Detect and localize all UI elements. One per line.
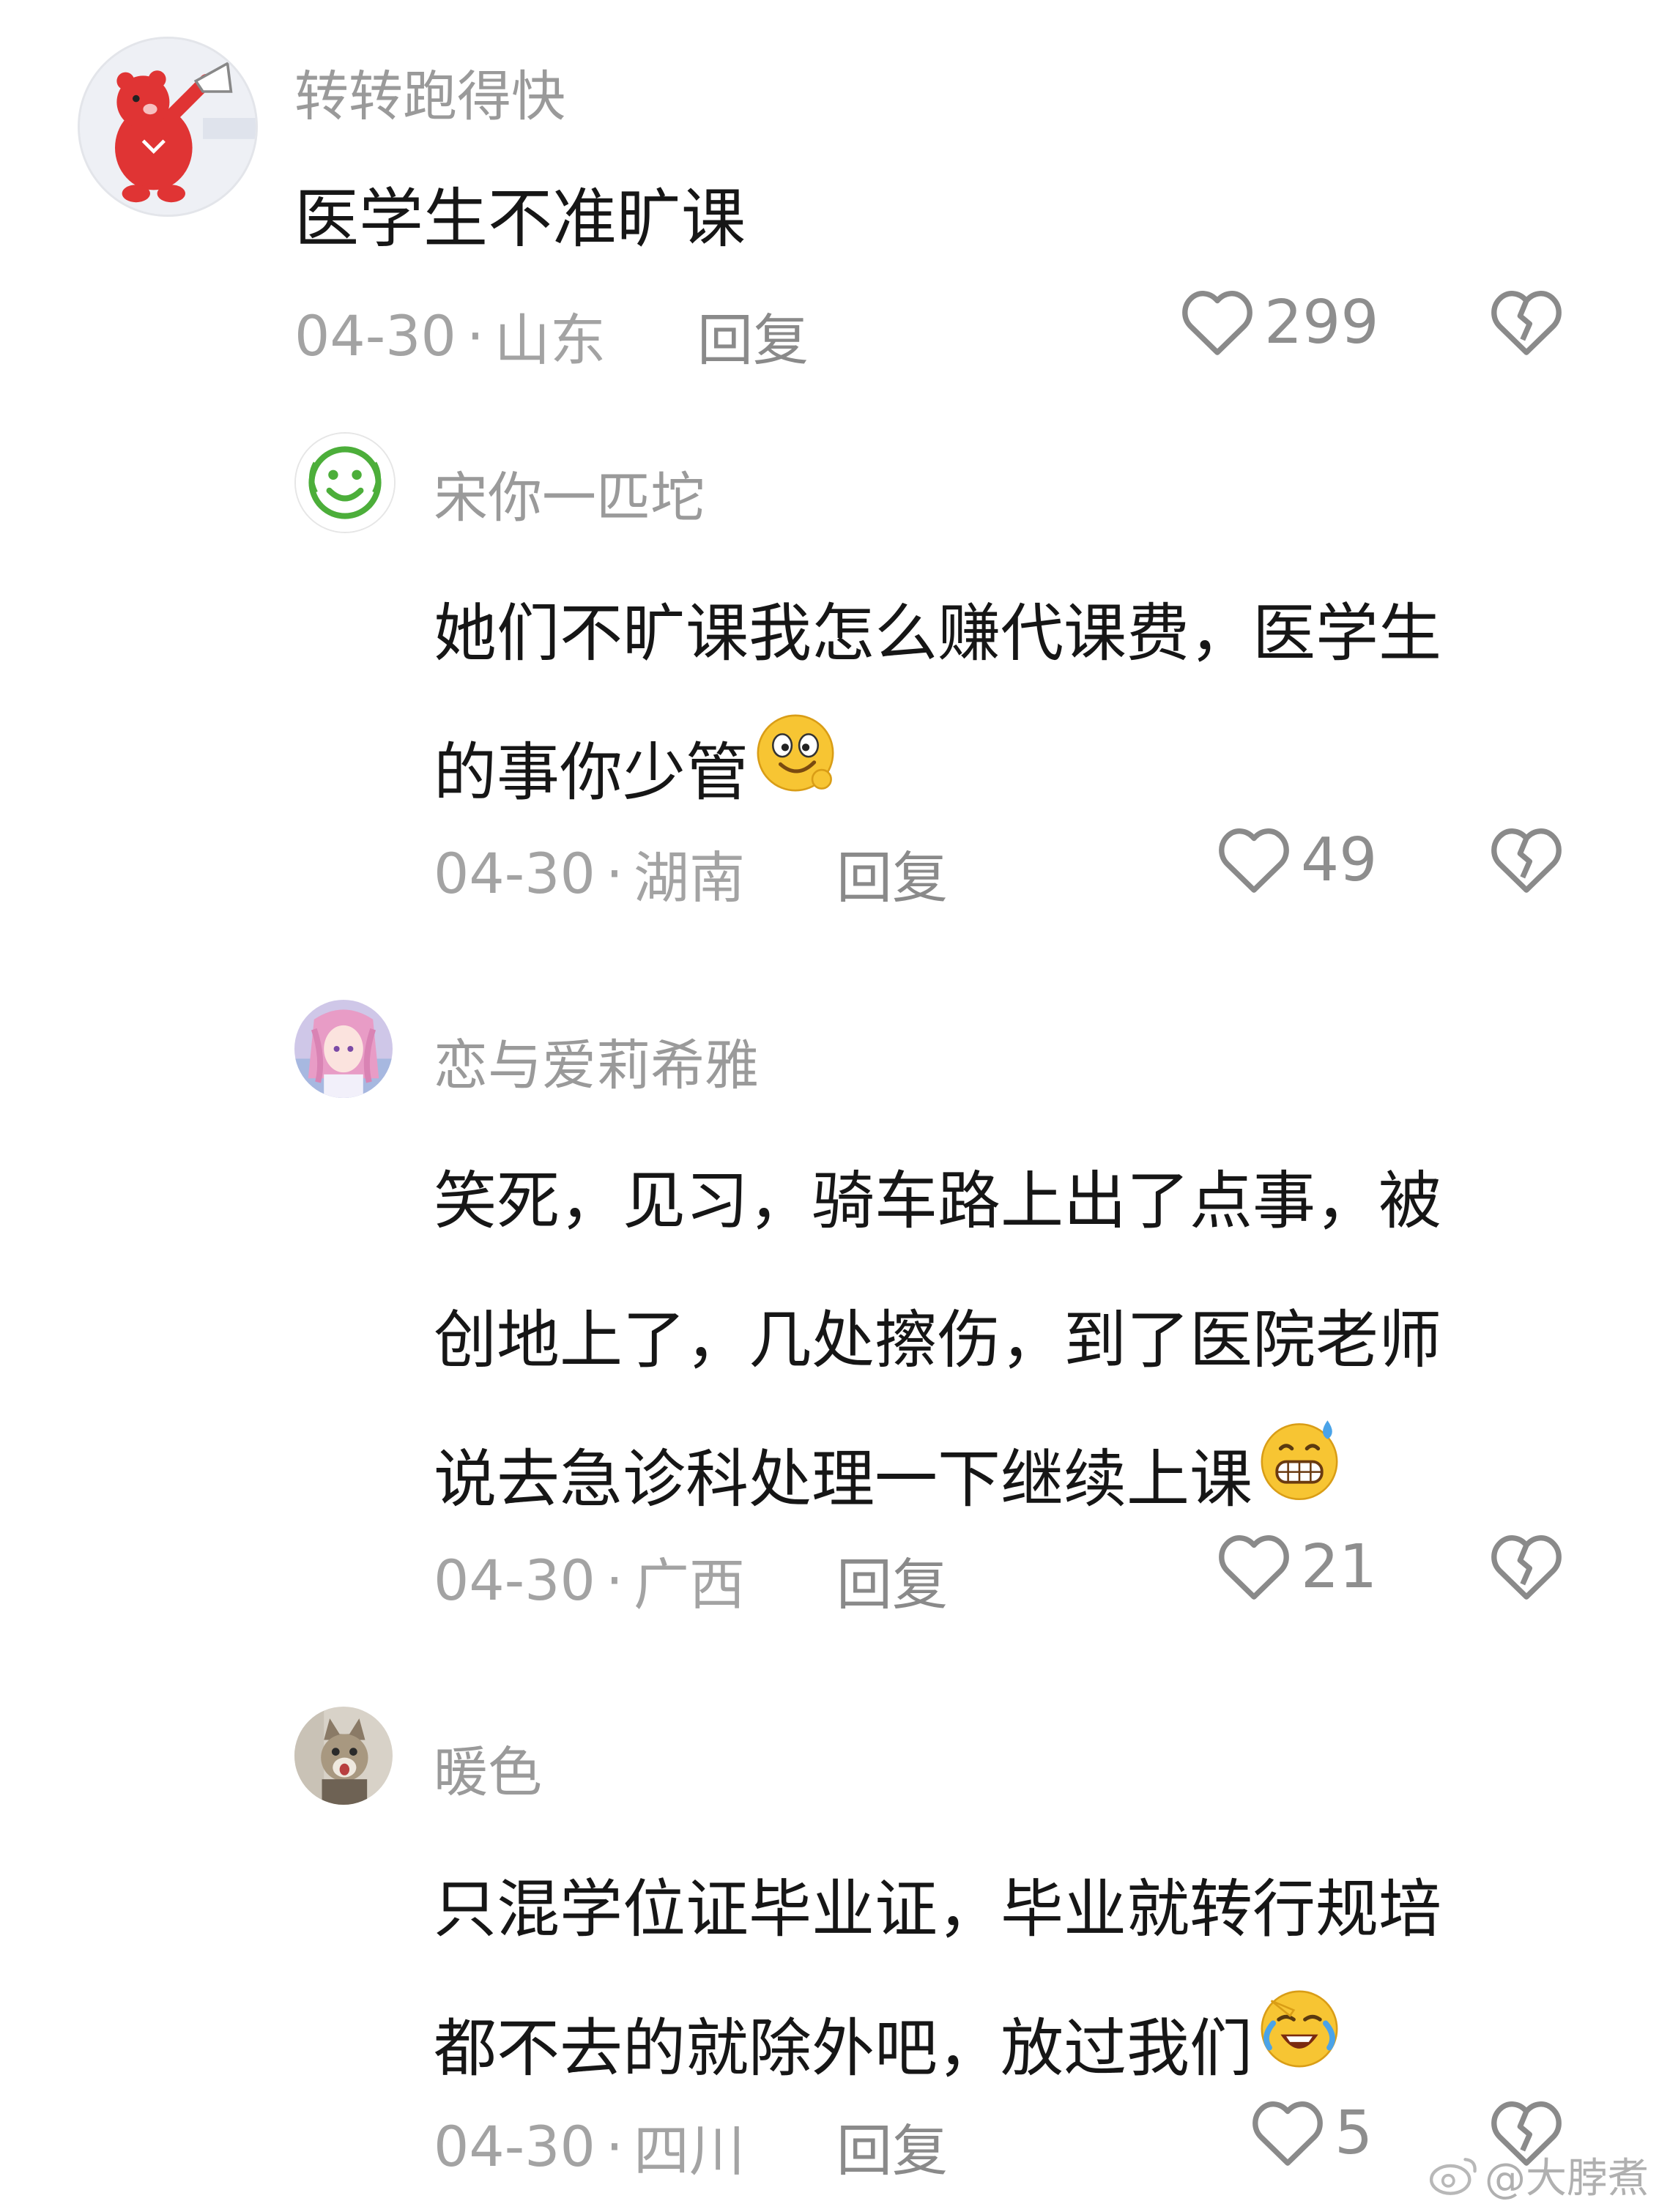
comment-line: 只混学位证毕业证，毕业就转行规培 <box>434 1873 1441 1946</box>
comment-date: 04-30 <box>294 303 456 368</box>
username[interactable]: 转转跑得快 <box>294 53 565 131</box>
user-avatar[interactable] <box>294 432 396 533</box>
comment-meta: 04-30 · 四川 <box>434 2106 745 2186</box>
comment-location: 山东 <box>494 308 606 373</box>
like-count: 299 <box>1264 287 1379 357</box>
username[interactable]: 暖色 <box>434 1729 542 1807</box>
like-count: 5 <box>1335 2098 1373 2168</box>
heart-icon <box>1252 2101 1323 2166</box>
comment-meta: 04-30 · 山东 <box>294 295 606 376</box>
comment-date: 04-30 <box>434 1547 595 1613</box>
comment-date: 04-30 <box>434 2113 595 2179</box>
comment-text: 她们不旷课我怎么赚代课费，医学生 的事你少管 <box>434 564 1441 848</box>
comment-meta: 04-30 · 湖南 <box>434 833 745 913</box>
dislike-button[interactable] <box>1488 1532 1565 1605</box>
dislike-button[interactable] <box>1488 825 1565 898</box>
dislike-button[interactable] <box>1488 287 1565 360</box>
comment-text: 医学生不准旷课 <box>294 167 746 260</box>
cat-photo-icon <box>294 1707 393 1805</box>
username[interactable]: 恋与爱莉希雅 <box>434 1022 759 1100</box>
like-button[interactable]: 5 <box>1250 2098 1373 2168</box>
comment-date: 04-30 <box>434 840 595 906</box>
comment-text: 笑死，见习，骑车路上出了点事，被 创地上了，几处擦伤，到了医院老师 说去急诊科处… <box>434 1132 1441 1555</box>
anime-girl-icon <box>294 1000 393 1098</box>
reply-button[interactable]: 回复 <box>836 1540 948 1620</box>
watermark-text: @大脖煮 <box>1485 2155 1649 2202</box>
heart-icon <box>1219 828 1289 893</box>
reply-button[interactable]: 回复 <box>836 833 948 913</box>
heart-icon <box>1182 291 1252 355</box>
comment-location: 湖南 <box>634 845 746 910</box>
comment-line: 医学生不准旷课 <box>294 181 746 256</box>
broken-heart-icon <box>1491 291 1562 355</box>
username[interactable]: 宋你一匹坨 <box>434 454 705 532</box>
weibo-logo-icon <box>1429 2157 1477 2195</box>
reply-button[interactable]: 回复 <box>697 295 809 376</box>
user-avatar[interactable] <box>294 1000 393 1098</box>
comment-line: 她们不旷课我怎么赚代课费，医学生 <box>434 597 1441 670</box>
wink-face-emoji <box>749 706 842 848</box>
red-bear-megaphone-icon <box>80 39 256 215</box>
like-count: 49 <box>1301 825 1378 895</box>
green-smiley-icon <box>296 434 394 532</box>
user-avatar[interactable] <box>294 1707 393 1805</box>
user-avatar[interactable] <box>78 37 258 217</box>
meta-separator: · <box>605 840 624 906</box>
meta-separator: · <box>605 1547 624 1613</box>
like-button[interactable]: 299 <box>1179 287 1379 357</box>
comment-text: 只混学位证毕业证，毕业就转行规培 都不去的就除外吧，放过我们 <box>434 1840 1441 2124</box>
broken-heart-icon <box>1491 828 1562 893</box>
like-button[interactable]: 21 <box>1216 1532 1377 1602</box>
comment-line: 笑死，见习，骑车路上出了点事，被 <box>434 1165 1441 1238</box>
reply-button[interactable]: 回复 <box>836 2106 948 2186</box>
heart-icon <box>1219 1535 1289 1600</box>
comment-meta: 04-30 · 广西 <box>434 1540 745 1620</box>
meta-separator: · <box>605 2113 624 2179</box>
watermark: @大脖煮 <box>1429 2145 1649 2205</box>
comment-location: 四川 <box>634 2118 746 2183</box>
meta-separator: · <box>466 303 485 368</box>
comment-location: 广西 <box>634 1552 746 1617</box>
like-button[interactable]: 49 <box>1216 825 1377 895</box>
like-count: 21 <box>1301 1532 1378 1602</box>
comment-line: 创地上了，几处擦伤，到了医院老师 <box>434 1304 1441 1377</box>
broken-heart-icon <box>1491 1535 1562 1600</box>
